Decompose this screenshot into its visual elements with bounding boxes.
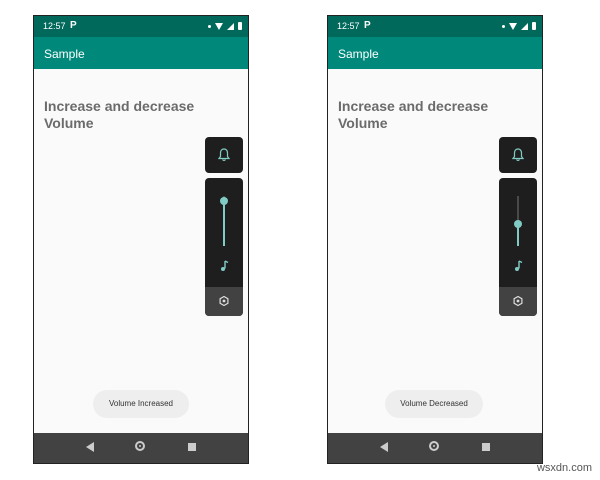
dot-icon [502,24,505,28]
status-time: 12:57 [337,21,360,31]
home-icon[interactable] [135,441,145,451]
bell-icon [512,148,524,162]
back-icon[interactable] [380,442,388,452]
notification-app-icon: P [364,20,371,31]
toast-message: Volume Increased [93,390,189,418]
toast-message: Volume Decreased [385,390,483,418]
status-time: 12:57 [43,21,66,31]
ringer-mode-button[interactable] [205,137,243,173]
recents-icon[interactable] [188,443,196,451]
phone-screen-right: 12:57 P Sample Increase and decrease Vol… [327,15,543,464]
signal-icon [521,22,528,30]
volume-slider-fill [223,201,225,246]
phone-screen-left: 12:57 P Sample Increase and decrease Vol… [33,15,249,464]
volume-slider[interactable] [220,196,228,246]
app-bar: Sample [34,37,248,69]
notification-app-icon: P [70,20,77,31]
gear-icon [219,296,229,306]
signal-icon [227,22,234,30]
volume-panel [499,178,537,316]
volume-slider-thumb[interactable] [514,219,522,228]
volume-settings-button[interactable] [205,287,243,316]
volume-settings-button[interactable] [499,287,537,316]
app-title: Sample [44,47,85,61]
wifi-icon [509,22,517,30]
app-title: Sample [338,47,379,61]
watermark: wsxdn.com [536,462,592,474]
bell-icon [218,148,230,162]
music-note-icon [515,260,523,271]
ringer-mode-button[interactable] [499,137,537,173]
status-bar: 12:57 P [328,16,542,37]
volume-panel [205,178,243,316]
home-icon[interactable] [429,441,439,451]
page-heading: Increase and decrease Volume [44,98,195,131]
navigation-bar [328,433,542,463]
page-heading: Increase and decrease Volume [338,98,489,131]
status-icons [208,22,242,30]
back-icon[interactable] [86,442,94,452]
app-bar: Sample [328,37,542,69]
gear-icon [513,296,523,306]
battery-icon [238,22,242,30]
recents-icon[interactable] [482,443,490,451]
volume-slider-thumb[interactable] [220,197,228,205]
navigation-bar [34,433,248,463]
status-icons [502,22,536,30]
wifi-icon [215,22,223,30]
music-note-icon [221,260,229,271]
volume-slider[interactable] [514,196,522,246]
battery-icon [532,22,536,30]
status-bar: 12:57 P [34,16,248,37]
dot-icon [208,24,211,28]
